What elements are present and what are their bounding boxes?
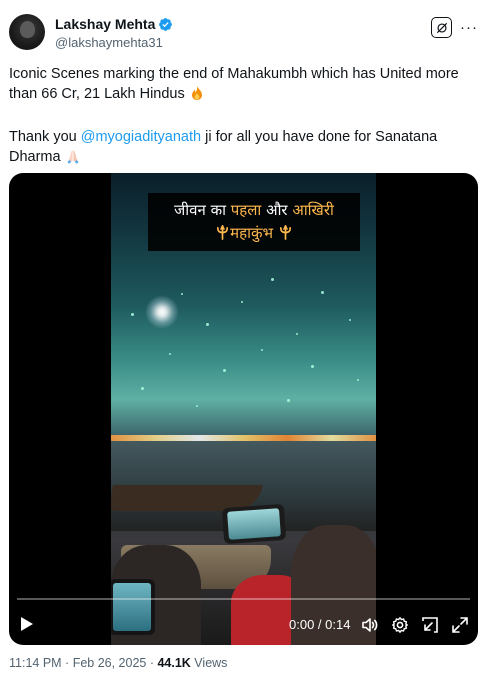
tweet-text: Iconic Scenes marking the end of Mahakum…: [9, 64, 479, 170]
current-time: 0:00: [289, 617, 315, 632]
settings-icon[interactable]: [391, 616, 409, 634]
firework-sparkle: [223, 369, 226, 372]
author-display-name[interactable]: Lakshay Mehta: [55, 16, 155, 32]
folded-hands-emoji-icon: [65, 148, 81, 170]
video-frame[interactable]: जीवन का पहला और आखिरी महाकुंभ: [111, 173, 376, 645]
tweet-header: Lakshay Mehta @lakshaymehta31 ···: [9, 14, 482, 54]
firework-sparkle: [311, 365, 314, 368]
grok-icon[interactable]: [431, 17, 452, 38]
firework-sparkle: [321, 291, 324, 294]
firework-sparkle: [287, 399, 290, 402]
caption-line-1: जीवन का पहला और आखिरी: [148, 199, 360, 222]
tweet-paragraph-2: Thank you @myogiadityanath ji for all yo…: [9, 127, 479, 170]
views-label: Views: [190, 656, 228, 670]
firework-sparkle: [271, 278, 274, 281]
video-caption-overlay: जीवन का पहला और आखिरी महाकुंभ: [148, 193, 360, 251]
firework-sparkle: [296, 333, 298, 335]
mention-link[interactable]: @myogiadityanath: [81, 129, 201, 145]
phone-in-scene: [221, 503, 287, 545]
trident-icon: [217, 223, 229, 240]
caption-text-part: जीवन का: [174, 201, 231, 219]
fire-emoji-icon: [189, 85, 205, 107]
firework-sparkle: [169, 353, 171, 355]
caption-text-part: और: [261, 201, 293, 219]
firework-sparkle: [261, 349, 263, 351]
firework-sparkle: [181, 293, 183, 295]
firework-burst: [145, 295, 179, 329]
author-name-row: Lakshay Mehta: [55, 16, 173, 32]
firework-sparkle: [357, 379, 359, 381]
firework-sparkle: [241, 301, 243, 303]
tweet-date[interactable]: Feb 26, 2025: [73, 656, 147, 670]
more-options-button[interactable]: ···: [460, 18, 478, 36]
views-count: 44.1K: [157, 656, 191, 670]
meta-separator: ·: [146, 656, 158, 670]
tweet-line1-text: Iconic Scenes marking the end of Mahakum…: [9, 66, 459, 102]
caption-line-2: महाकुंभ: [148, 222, 360, 245]
time-separator: /: [314, 617, 326, 632]
firework-sparkle: [206, 323, 209, 326]
video-controls: 0:00 / 0:14: [9, 609, 478, 641]
tweet-line2-before: Thank you: [9, 129, 81, 145]
caption-highlight: महाकुंभ: [230, 224, 274, 242]
fullscreen-icon[interactable]: [451, 616, 469, 634]
verified-badge-icon: [158, 17, 173, 32]
video-timecode: 0:00 / 0:14: [289, 617, 350, 632]
meta-separator: ·: [61, 656, 73, 670]
tweet-time[interactable]: 11:14 PM: [9, 656, 62, 670]
tweet-meta: 11:14 PM · Feb 26, 2025 · 44.1K Views: [9, 656, 227, 670]
video-progress-bar[interactable]: [17, 598, 470, 600]
caption-highlight: पहला: [230, 201, 262, 219]
firework-sparkle: [131, 313, 134, 316]
tweet-paragraph-1: Iconic Scenes marking the end of Mahakum…: [9, 64, 479, 107]
volume-icon[interactable]: [361, 616, 379, 634]
author-handle[interactable]: @lakshaymehta31: [55, 35, 163, 50]
caption-highlight: आखिरी: [292, 201, 334, 219]
pip-icon[interactable]: [421, 616, 439, 634]
firework-sparkle: [141, 387, 144, 390]
firework-sparkle: [196, 405, 198, 407]
video-player[interactable]: जीवन का पहला और आखिरी महाकुंभ 0:00 / 0:1…: [9, 173, 478, 645]
trident-icon: [279, 223, 291, 240]
play-icon[interactable]: [20, 616, 34, 632]
video-duration: 0:14: [325, 617, 351, 632]
avatar[interactable]: [9, 14, 45, 50]
firework-sparkle: [349, 319, 351, 321]
